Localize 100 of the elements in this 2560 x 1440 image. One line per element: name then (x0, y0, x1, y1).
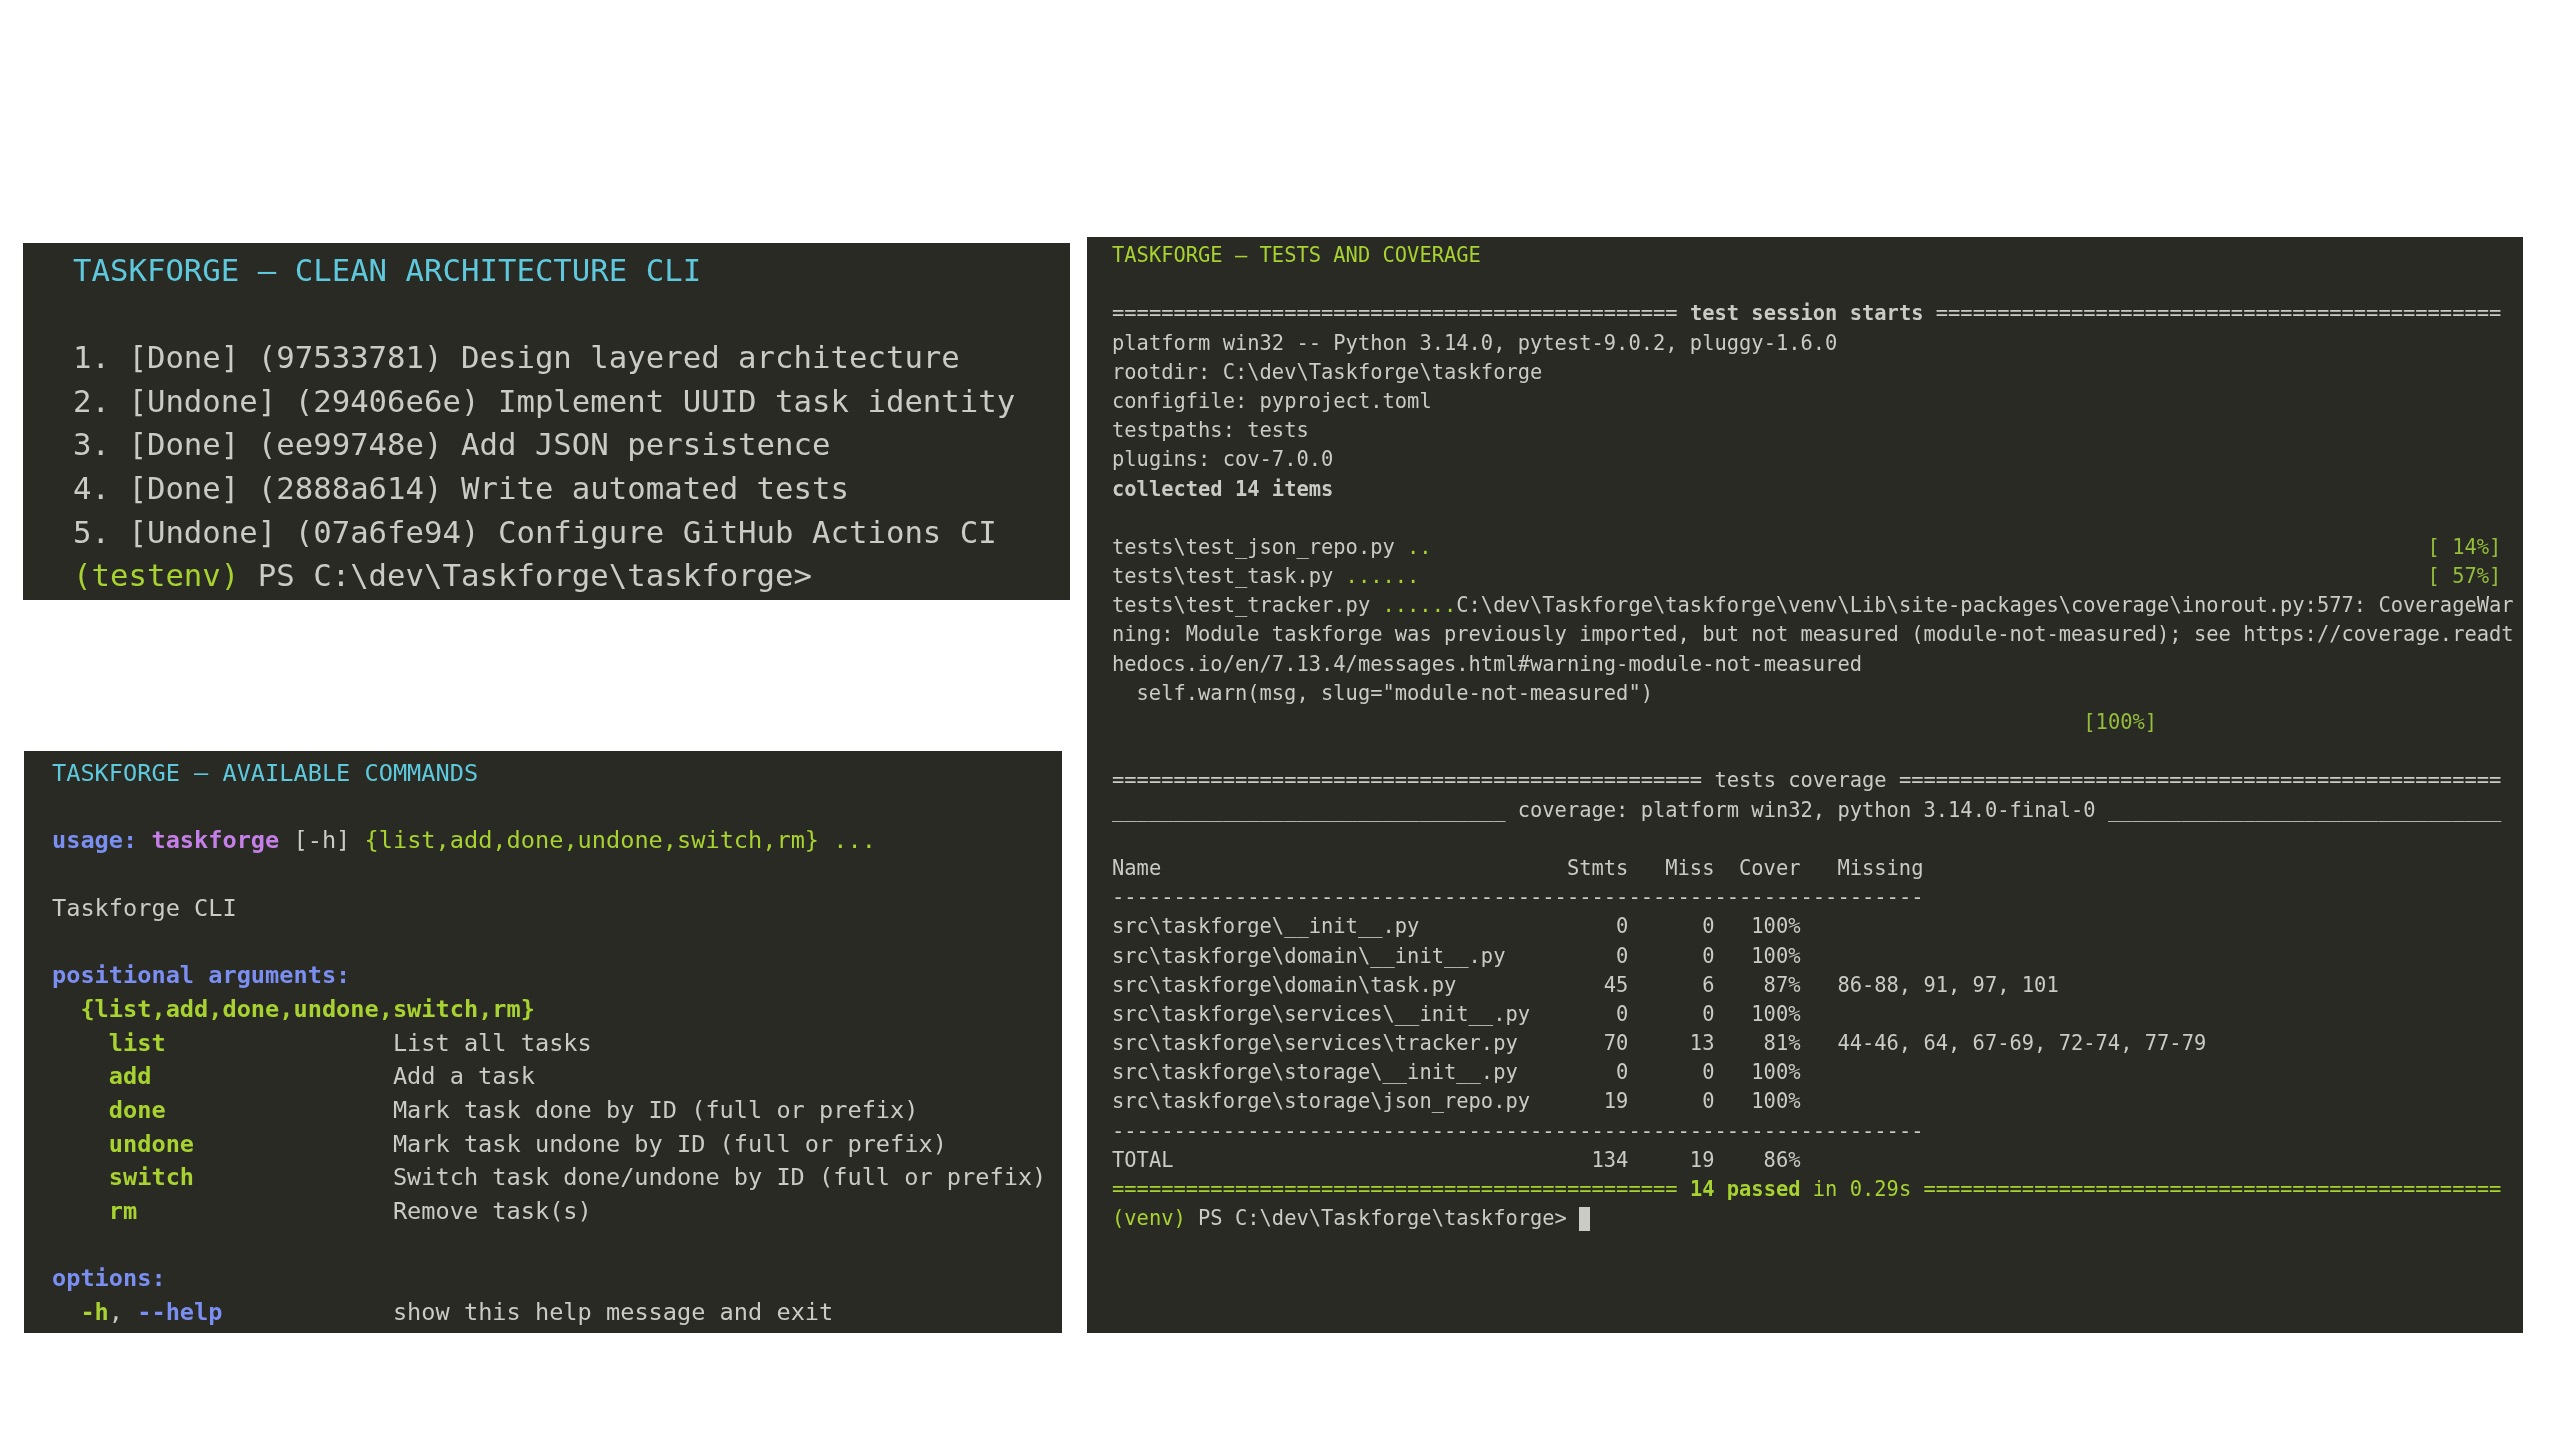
table-rule: ------------------------------------------------------------------ (1112, 884, 1924, 912)
command-name: undone (108, 1128, 195, 1160)
command-help: Switch task done/undone by ID (full or prefix) (392, 1162, 1047, 1194)
progress-percent: [100%] (2083, 709, 2158, 736)
table-cell-text: 100% (1751, 1059, 1801, 1087)
table-cell-text: src\taskforge\__init__.py (1112, 913, 1420, 941)
choices-text: {list,add,done,undone,switch,rm} (80, 993, 535, 1025)
option-help: show this help message and exit (392, 1297, 834, 1328)
table-cell-text: src\taskforge\storage\json_repo.py (1112, 1088, 1531, 1116)
info-line: platform win32 -- Python 3.14.0, pytest-9.0.2, pluggy-1.6.0 (1112, 329, 1838, 357)
table-cell-text: 100% (1751, 942, 1801, 970)
task-line: 2. [Undone] (29406e6e) Implement UUID task identity (73, 382, 1016, 421)
option-text: [-h] (293, 825, 351, 857)
table-cell-text: TOTAL (1112, 1146, 1174, 1174)
warning-source: self.warn(msg, slug="module-not-measured") (1136, 679, 1653, 707)
test-dots: ...... (1345, 563, 1420, 591)
prompt-path: PS C:\dev\Taskforge\taskforge> (257, 557, 812, 596)
table-rule: ------------------------------------------------------------------ (1112, 1117, 1924, 1145)
test-dots: ...... (1382, 592, 1457, 620)
column-header: Cover (1739, 854, 1801, 882)
test-file: tests\test_json_repo.py (1112, 533, 1395, 561)
summary-line: collected 14 items (1112, 475, 1334, 503)
command-help: List all tasks (392, 1027, 592, 1059)
column-header: Missing (1837, 854, 1924, 882)
table-cell-text: 13 (1689, 1030, 1715, 1058)
choices-text: {list,add,done,undone,switch,rm} ... (364, 825, 876, 857)
short-option-text: -h (80, 1297, 109, 1328)
test-dots: .. (1407, 533, 1432, 561)
table-cell-text: 100% (1751, 1088, 1801, 1116)
separator-line: ________________________________ coverage: platform win32, python 3.14.0-final-0 ________________________________ (1112, 796, 2502, 824)
column-header: Name (1112, 854, 1162, 882)
table-cell-text: 0 (1702, 913, 1715, 941)
prompt-env: (venv) (1112, 1205, 1186, 1233)
panel-title: TASKFORGE – AVAILABLE COMMANDS (52, 758, 479, 789)
table-cell-text: 19 (1603, 1088, 1629, 1116)
test-file: tests\test_tracker.py (1112, 592, 1371, 620)
table-cell-text: 86-88, 91, 97, 101 (1837, 971, 2059, 999)
command-help: Add a task (392, 1061, 535, 1093)
progress-percent: [ 57%] (2427, 563, 2502, 591)
table-cell-text: 70 (1603, 1030, 1629, 1058)
task-line: 4. [Done] (2888a614) Write automated tests (73, 469, 849, 508)
task-line: 1. [Done] (97533781) Design layered architecture (73, 339, 960, 378)
table-cell-text: 0 (1616, 1000, 1629, 1028)
command-name: list (108, 1027, 166, 1059)
table-cell-text: src\taskforge\domain\__init__.py (1112, 942, 1506, 970)
info-line: plugins: cov-7.0.0 (1112, 446, 1334, 474)
table-cell-text: src\taskforge\storage\__init__.py (1112, 1059, 1518, 1087)
task-line: 5. [Undone] (07a6fe94) Configure GitHub Actions CI (73, 513, 997, 552)
table-cell-text: 134 (1591, 1146, 1629, 1174)
warning-text: ning: Module taskforge was previously imported, but not measured (module-not-measured); see https://coverage.readt (1112, 621, 2514, 649)
progress-percent: [ 14%] (2427, 533, 2502, 561)
command-name: switch (108, 1162, 195, 1194)
info-line: testpaths: tests (1112, 417, 1309, 445)
command-help: Mark task undone by ID (full or prefix) (392, 1128, 947, 1160)
table-cell-text: src\taskforge\domain\task.py (1112, 971, 1457, 999)
panel-title: TASKFORGE – CLEAN ARCHITECTURE CLI (73, 252, 702, 290)
separator-line: ================================================ tests coverage ================================================= (1112, 767, 2502, 795)
panel-title: TASKFORGE – TESTS AND COVERAGE (1112, 242, 1481, 269)
table-cell-text: 81% (1763, 1030, 1801, 1058)
cursor-icon (1579, 1207, 1591, 1231)
command-name: done (108, 1094, 166, 1126)
table-cell-text: 19 (1689, 1146, 1715, 1174)
command-help: Mark task done by ID (full or prefix) (392, 1094, 919, 1126)
table-cell-text: 0 (1702, 942, 1715, 970)
command-help: Remove task(s) (392, 1195, 592, 1227)
section-heading: options: (52, 1263, 166, 1295)
table-cell-text: 45 (1603, 971, 1629, 999)
task-line: 3. [Done] (ee99748e) Add JSON persistence (73, 426, 831, 465)
warning-text: C:\dev\Taskforge\taskforge\venv\Lib\site-packages\coverage\inorout.py:577: CoverageWar (1456, 592, 2514, 620)
table-cell-text: 0 (1702, 1059, 1715, 1087)
table-cell-text: 100% (1751, 1000, 1801, 1028)
separator-line: ============================================== test session starts ============================================== (1112, 300, 2502, 328)
prompt-path: PS C:\dev\Taskforge\taskforge> (1198, 1205, 1567, 1233)
table-cell-text: 100% (1751, 913, 1801, 941)
result-line: ============================================== 14 passed in 0.29s =============================================== (1112, 1176, 2502, 1203)
section-heading: positional arguments: (52, 960, 351, 992)
table-cell-text: 87% (1763, 971, 1801, 999)
table-cell-text: src\taskforge\services\tracker.py (1112, 1030, 1518, 1058)
info-line: configfile: pyproject.toml (1112, 387, 1432, 415)
command-name: rm (108, 1195, 138, 1227)
table-cell-text: src\taskforge\services\__init__.py (1112, 1000, 1531, 1028)
description-text: Taskforge CLI (52, 892, 237, 924)
table-cell-text: 6 (1702, 971, 1715, 999)
prompt-env: (testenv) (73, 557, 240, 596)
column-header: Stmts (1566, 854, 1629, 882)
command-name: add (108, 1061, 152, 1093)
program-name: taskforge (151, 825, 280, 857)
table-cell-text: 0 (1702, 1088, 1715, 1116)
table-cell-text: 0 (1702, 1000, 1715, 1028)
table-cell-text: 86% (1763, 1146, 1801, 1174)
column-header: Miss (1665, 854, 1715, 882)
info-line: rootdir: C:\dev\Taskforge\taskforge (1112, 358, 1543, 386)
table-cell-text: 0 (1616, 913, 1629, 941)
long-option-text: --help (137, 1297, 223, 1328)
test-file: tests\test_task.py (1112, 563, 1334, 591)
comma-text: , (108, 1297, 124, 1328)
warning-text: hedocs.io/en/7.13.4/messages.html#warning-module-not-measured (1112, 650, 1862, 678)
table-cell-text: 0 (1616, 1059, 1629, 1087)
table-cell-text: 44-46, 64, 67-69, 72-74, 77-79 (1837, 1030, 2207, 1058)
usage-label: usage: (52, 825, 138, 857)
